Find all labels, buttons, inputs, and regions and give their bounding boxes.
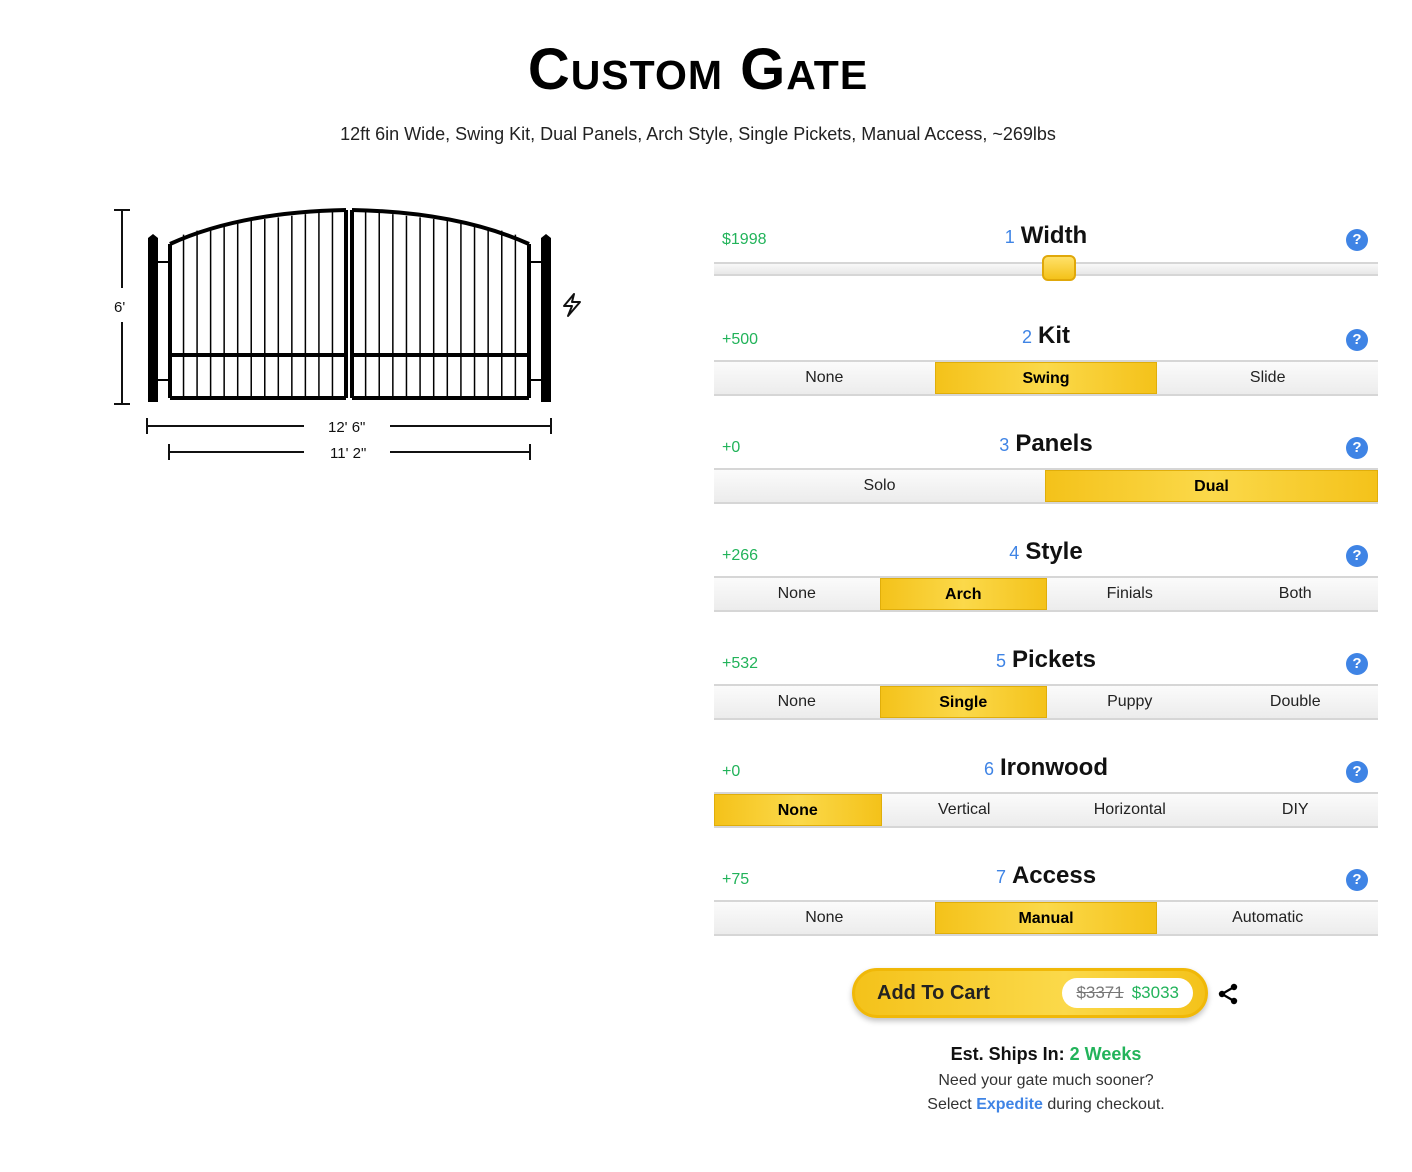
ironwood-selector: None Vertical Horizontal DIY <box>714 792 1378 828</box>
access-selector: None Manual Automatic <box>714 900 1378 936</box>
options-panel: $1998 1 Width ? +500 2 Kit ? None Swing Sl… <box>714 218 1378 966</box>
help-icon[interactable]: ? <box>1346 869 1368 891</box>
lightning-icon[interactable] <box>563 293 581 317</box>
left-post <box>148 238 158 402</box>
panels-solo-button[interactable]: Solo <box>714 470 1045 502</box>
panels-selector: Solo Dual <box>714 468 1378 504</box>
sale-price: $3033 <box>1131 983 1179 1002</box>
option-title: 7 Access <box>995 862 1097 889</box>
configuration-summary: 12ft 6in Wide, Swing Kit, Dual Panels, A… <box>340 124 1056 144</box>
access-automatic-button[interactable]: Automatic <box>1157 902 1378 934</box>
gate-drawing: 6' 12' 6" 11' 2" <box>114 208 581 462</box>
right-gate-panel <box>350 208 531 400</box>
outer-width-label: 12' 6" <box>328 419 365 436</box>
style-arch-button[interactable]: Arch <box>879 578 1047 610</box>
ironwood-diy-button[interactable]: DIY <box>1213 794 1379 826</box>
option-title: 4 Style <box>1009 538 1083 565</box>
inner-width-label: 11' 2" <box>330 445 366 462</box>
ironwood-horizontal-button[interactable]: Horizontal <box>1047 794 1213 826</box>
help-icon[interactable]: ? <box>1346 545 1368 567</box>
width-slider-thumb[interactable] <box>1042 255 1077 281</box>
pickets-none-button[interactable]: None <box>714 686 880 718</box>
option-title: 1 Width <box>1004 222 1088 249</box>
original-price: $3371 <box>1076 983 1124 1002</box>
help-icon[interactable]: ? <box>1346 437 1368 459</box>
ironwood-none-button[interactable]: None <box>714 794 882 826</box>
option-width: $1998 1 Width ? <box>714 218 1378 318</box>
width-slider[interactable] <box>714 255 1378 281</box>
help-icon[interactable]: ? <box>1346 229 1368 251</box>
left-gate-panel <box>168 208 348 400</box>
option-style: +266 4 Style ? None Arch Finials Both <box>714 534 1378 642</box>
share-icon[interactable] <box>1216 982 1240 1006</box>
shipping-value: 2 Weeks <box>1069 1044 1142 1064</box>
help-icon[interactable]: ? <box>1346 329 1368 351</box>
option-panels: +0 3 Panels ? Solo Dual <box>714 426 1378 534</box>
pickets-double-button[interactable]: Double <box>1213 686 1379 718</box>
style-finials-button[interactable]: Finials <box>1047 578 1213 610</box>
page-title: Custom Gate <box>527 37 869 102</box>
style-none-button[interactable]: None <box>714 578 880 610</box>
option-pickets: +532 5 Pickets ? None Single Puppy Double <box>714 642 1378 750</box>
help-icon[interactable]: ? <box>1346 761 1368 783</box>
right-post <box>541 238 551 402</box>
option-title: 2 Kit <box>1021 322 1070 349</box>
style-selector: None Arch Finials Both <box>714 576 1378 612</box>
pickets-selector: None Single Puppy Double <box>714 684 1378 720</box>
option-title: 3 Panels <box>999 430 1093 457</box>
kit-slide-button[interactable]: Slide <box>1157 362 1378 394</box>
option-kit: +500 2 Kit ? None Swing Slide <box>714 318 1378 426</box>
pickets-puppy-button[interactable]: Puppy <box>1047 686 1213 718</box>
access-manual-button[interactable]: Manual <box>934 902 1158 934</box>
expedite-note-line1: Need your gate much sooner? <box>938 1072 1154 1089</box>
shipping-estimate: Est. Ships In: 2 Weeks <box>846 1044 1246 1065</box>
style-both-button[interactable]: Both <box>1213 578 1379 610</box>
expedite-note-line2: Select Expedite during checkout. <box>927 1096 1165 1113</box>
expedite-link[interactable]: Expedite <box>976 1096 1043 1113</box>
height-label: 6' <box>114 299 125 316</box>
option-ironwood: +0 6 Ironwood ? None Vertical Horizontal … <box>714 750 1378 858</box>
cart-price-badge: $3371 $3033 <box>1062 978 1193 1008</box>
shipping-label: Est. Ships In: <box>950 1044 1065 1064</box>
pickets-single-button[interactable]: Single <box>879 686 1047 718</box>
help-icon[interactable]: ? <box>1346 653 1368 675</box>
panels-dual-button[interactable]: Dual <box>1045 470 1378 502</box>
access-none-button[interactable]: None <box>714 902 935 934</box>
option-title: 5 Pickets <box>995 646 1097 673</box>
add-to-cart-label: Add To Cart <box>877 982 990 1004</box>
kit-none-button[interactable]: None <box>714 362 935 394</box>
kit-swing-button[interactable]: Swing <box>934 362 1158 394</box>
option-access: +75 7 Access ? None Manual Automatic <box>714 858 1378 966</box>
option-title: 6 Ironwood <box>984 754 1108 781</box>
kit-selector: None Swing Slide <box>714 360 1378 396</box>
ironwood-vertical-button[interactable]: Vertical <box>882 794 1048 826</box>
add-to-cart-button[interactable]: Add To Cart $3371 $3033 <box>852 968 1208 1018</box>
